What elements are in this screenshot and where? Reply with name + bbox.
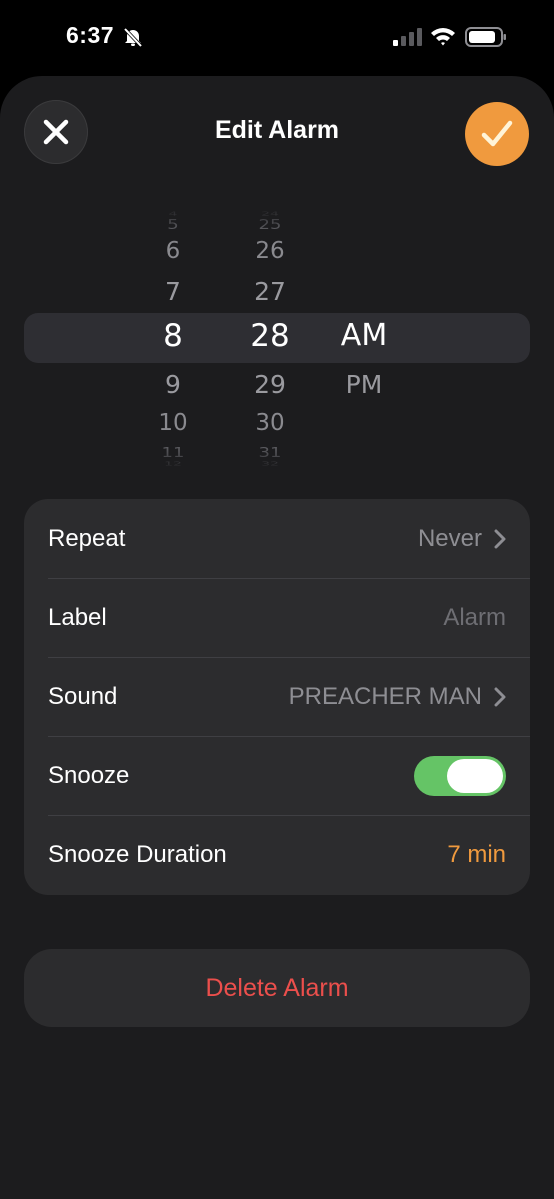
repeat-value: Never <box>418 525 506 553</box>
period-option[interactable]: PM <box>325 372 403 397</box>
edit-alarm-sheet: Edit Alarm 4 5 6 7 8 9 10 11 12 24 25 26… <box>0 76 554 1199</box>
label-label: Label <box>48 603 107 631</box>
save-button[interactable] <box>465 102 529 166</box>
minute-option[interactable]: 27 <box>230 279 310 304</box>
snooze-duration-row[interactable]: Snooze Duration 7 min <box>24 815 530 894</box>
snooze-toggle[interactable] <box>414 755 506 796</box>
bell-slash-icon <box>123 27 143 47</box>
repeat-row[interactable]: Repeat Never <box>24 499 530 578</box>
hour-selected[interactable]: 8 <box>140 321 206 352</box>
picker-fade <box>0 204 554 244</box>
label-field[interactable]: Alarm <box>443 604 506 632</box>
battery-icon <box>465 27 506 47</box>
snooze-label: Snooze <box>48 761 130 789</box>
toggle-knob <box>447 758 503 793</box>
period-selected[interactable]: AM <box>325 321 403 351</box>
chevron-right-icon <box>494 529 506 548</box>
sound-row[interactable]: Sound PREACHER MAN <box>24 657 530 736</box>
minute-option[interactable]: 30 <box>230 412 310 435</box>
picker-fade <box>0 434 554 474</box>
delete-alarm-label: Delete Alarm <box>205 973 349 1002</box>
delete-alarm-button[interactable]: Delete Alarm <box>24 949 530 1027</box>
chevron-right-icon <box>494 687 506 706</box>
snooze-row: Snooze <box>24 736 530 815</box>
hour-option[interactable]: 7 <box>140 279 206 304</box>
label-row[interactable]: Label Alarm <box>24 578 530 657</box>
hour-option[interactable]: 10 <box>140 412 206 435</box>
hour-option[interactable]: 9 <box>140 372 206 397</box>
snooze-duration-value[interactable]: 7 min <box>447 841 506 869</box>
sound-value-text: PREACHER MAN <box>288 682 482 710</box>
minute-option[interactable]: 29 <box>230 372 310 397</box>
time-picker[interactable]: 4 5 6 7 8 9 10 11 12 24 25 26 27 28 29 3… <box>0 204 554 474</box>
repeat-label: Repeat <box>48 524 126 552</box>
sound-value: PREACHER MAN <box>289 683 506 711</box>
checkmark-icon <box>481 120 513 147</box>
status-time: 6:37 <box>66 22 115 48</box>
sound-label: Sound <box>48 682 118 710</box>
alarm-settings-group: Repeat Never Label Alarm Sound PREACHER … <box>24 499 530 895</box>
status-bar: 6:37 <box>0 0 554 76</box>
wifi-icon <box>431 28 455 46</box>
snooze-duration-label: Snooze Duration <box>48 840 227 868</box>
repeat-value-text: Never <box>417 524 482 552</box>
minute-selected[interactable]: 28 <box>230 321 310 352</box>
cellular-signal-icon <box>393 28 422 46</box>
